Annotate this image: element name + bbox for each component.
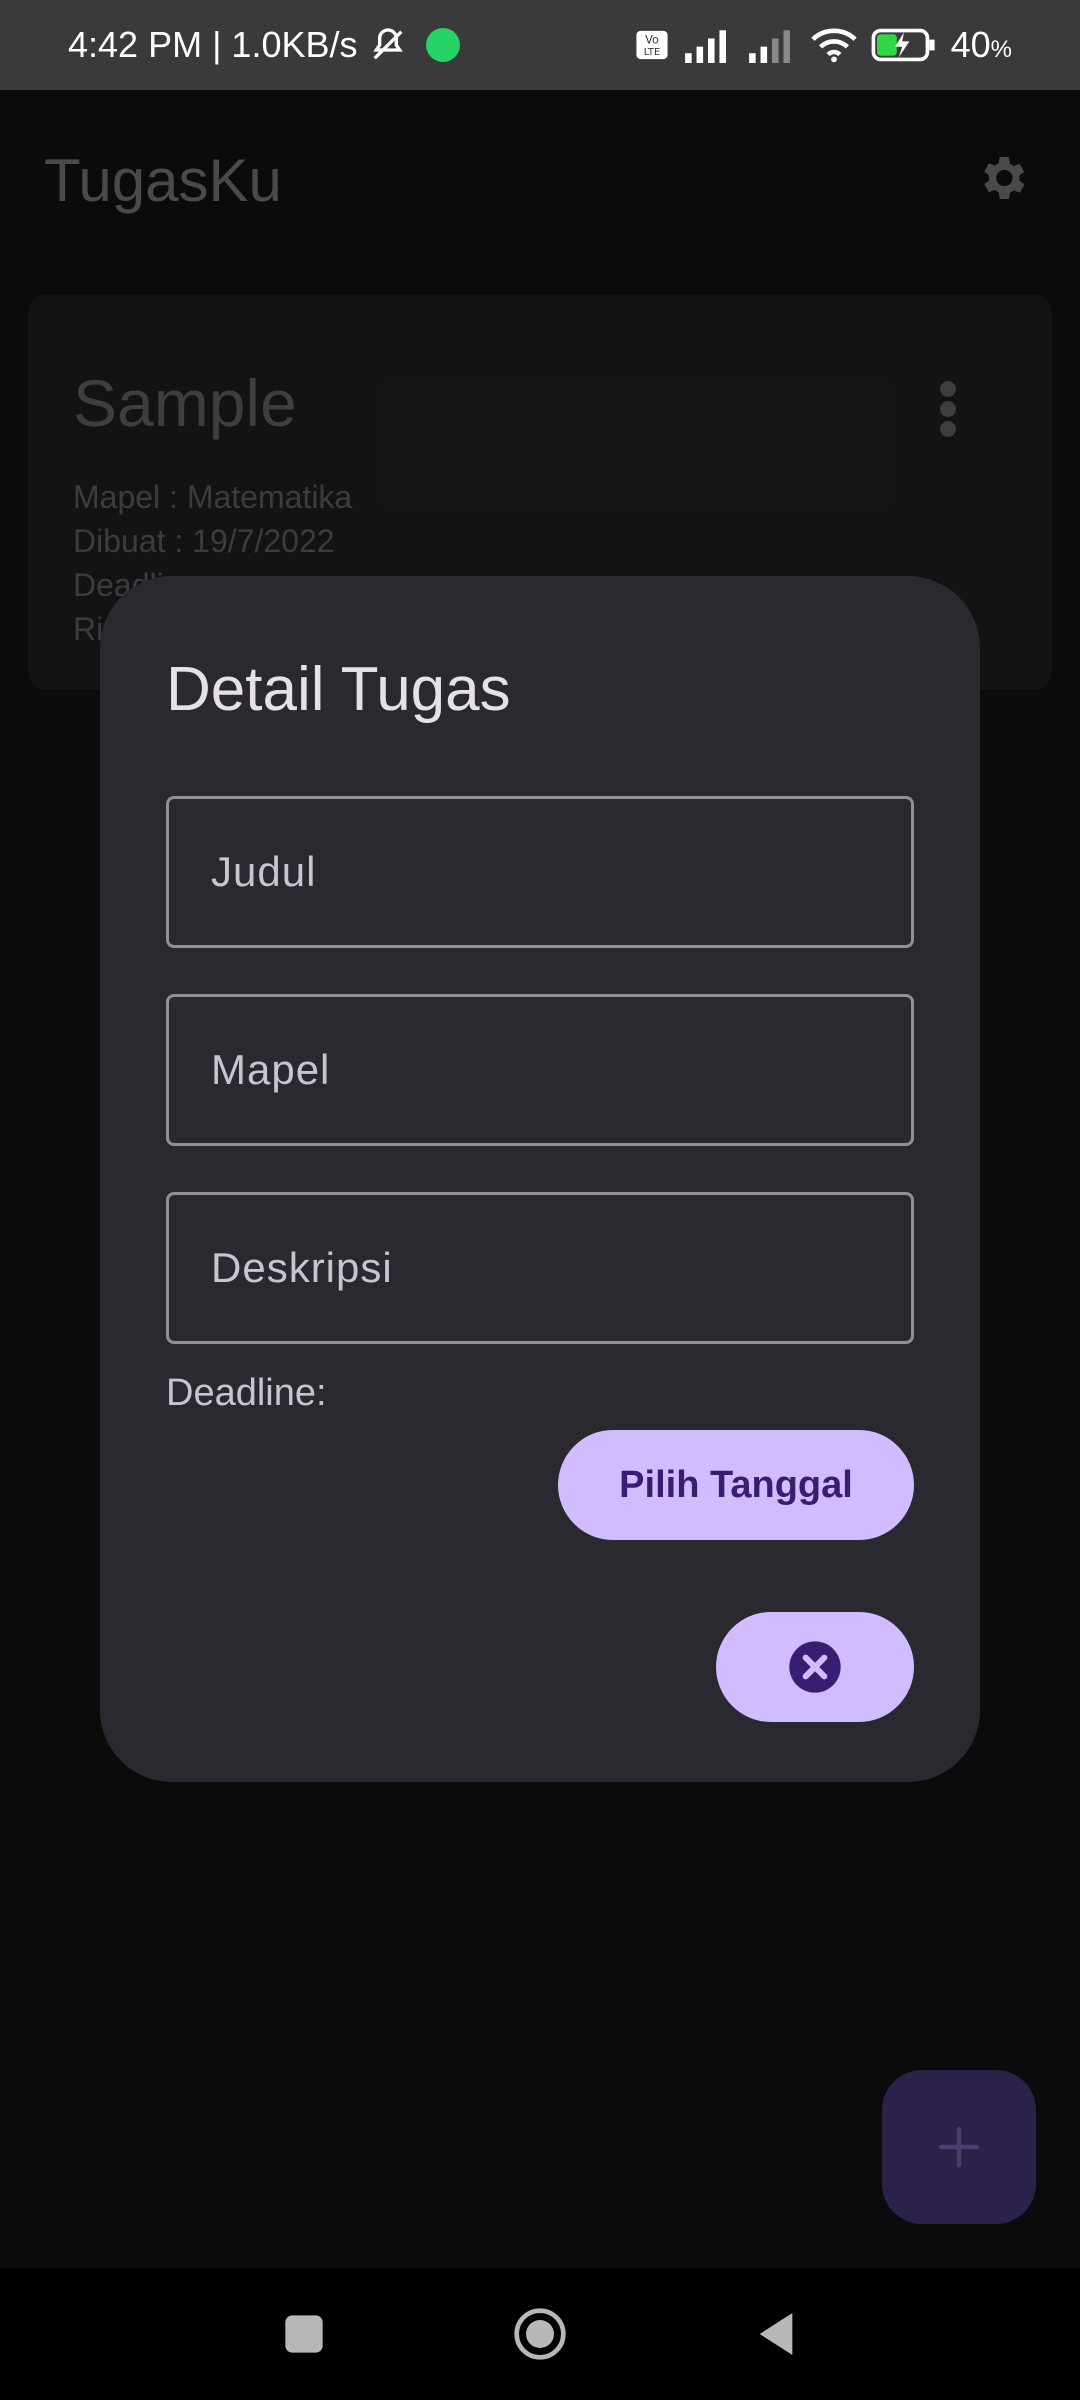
deskripsi-field[interactable]	[166, 1192, 914, 1344]
deskripsi-input[interactable]	[211, 1244, 911, 1292]
back-icon[interactable]	[748, 2306, 804, 2362]
svg-text:Vo: Vo	[645, 33, 659, 47]
judul-field[interactable]	[166, 796, 914, 948]
battery-unit: %	[990, 36, 1012, 63]
dialog-title: Detail Tugas	[166, 655, 511, 724]
deadline-label: Deadline:	[166, 1372, 327, 1414]
svg-text:LTE: LTE	[643, 47, 659, 58]
battery-charging-icon	[871, 28, 935, 62]
screen: 4:42 PM | 1.0KB/s Vo LTE 40% TugasKu Sam…	[0, 0, 1080, 2400]
whatsapp-icon	[425, 28, 460, 62]
status-bar: 4:42 PM | 1.0KB/s Vo LTE 40%	[0, 0, 1080, 90]
plus-icon	[938, 2126, 980, 2168]
navigation-bar	[0, 2268, 1080, 2400]
judul-input[interactable]	[211, 848, 911, 896]
signal-icon	[684, 30, 726, 63]
status-left: 4:42 PM | 1.0KB/s	[68, 24, 460, 66]
add-task-fab[interactable]	[882, 2070, 1036, 2224]
mapel-field[interactable]	[166, 994, 914, 1146]
status-time-speed: 4:42 PM | 1.0KB/s	[68, 24, 358, 65]
mapel-input[interactable]	[211, 1046, 911, 1094]
detail-tugas-dialog: Detail Tugas Deadline: Pilih Tanggal	[100, 576, 980, 1782]
volte-icon: Vo LTE	[636, 30, 668, 60]
recents-icon[interactable]	[276, 2306, 332, 2362]
battery-value: 40	[950, 24, 991, 65]
close-circle-icon	[789, 1641, 841, 1693]
status-right: Vo LTE 40%	[635, 24, 1012, 66]
mute-icon	[372, 28, 403, 60]
battery-percent: 40%	[951, 24, 1012, 66]
close-button[interactable]	[716, 1612, 914, 1722]
wifi-icon	[810, 28, 857, 63]
home-icon[interactable]	[512, 2306, 568, 2362]
pick-date-button[interactable]: Pilih Tanggal	[558, 1430, 914, 1540]
signal-icon	[748, 30, 790, 63]
